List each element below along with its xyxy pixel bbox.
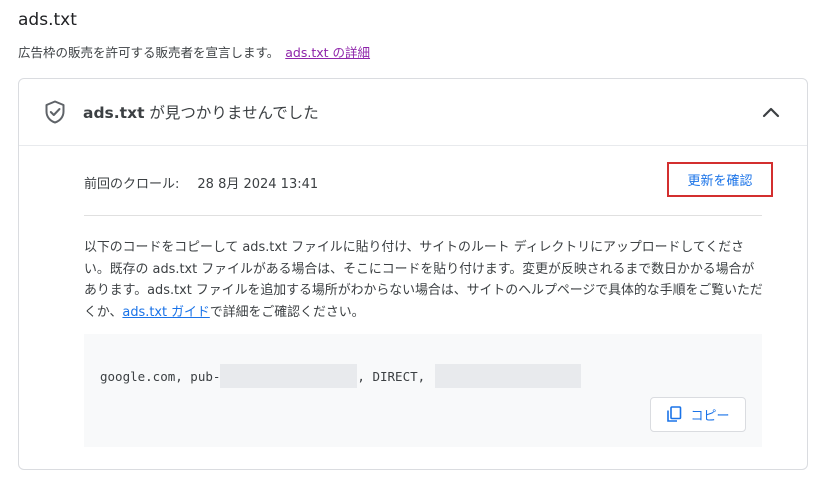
subtitle-text: 広告枠の販売を許可する販売者を宣言します。 [18, 45, 280, 60]
redacted-publisher-id [220, 364, 358, 388]
chevron-up-icon[interactable] [761, 102, 781, 122]
section-subtitle: 広告枠の販売を許可する販売者を宣言します。 ads.txt の詳細 [18, 42, 370, 61]
ads-txt-details-link[interactable]: ads.txt の詳細 [285, 45, 370, 60]
card-header[interactable]: ads.txt が見つかりませんでした [19, 79, 807, 146]
code-snippet-box: google.com, pub- , DIRECT, コピー [84, 334, 762, 447]
ads-txt-status-card: ads.txt が見つかりませんでした 前回のクロール: 28 8月 2024 1… [18, 78, 808, 470]
section-title: ads.txt [18, 10, 77, 30]
ads-txt-page: ads.txt 広告枠の販売を許可する販売者を宣言します。 ads.txt の詳細… [0, 0, 822, 480]
last-crawl-label: 前回のクロール: [84, 177, 180, 192]
copy-button[interactable]: コピー [650, 397, 746, 432]
instructions-tail: で詳細をご確認ください。 [209, 304, 365, 320]
last-crawl-row: 前回のクロール: 28 8月 2024 13:41 [84, 173, 318, 192]
ads-txt-guide-link[interactable]: ads.txt ガイド [122, 305, 209, 320]
copy-button-label: コピー [690, 409, 730, 424]
shield-check-icon [45, 100, 65, 124]
divider [84, 215, 762, 216]
code-part-relationship: , DIRECT, [357, 368, 426, 384]
status-heading: ads.txt が見つかりませんでした [83, 101, 319, 123]
status-filename: ads.txt [83, 104, 145, 122]
redacted-certification-id [435, 364, 582, 388]
instructions-text: 以下のコードをコピーして ads.txt ファイルに貼り付け、サイトのルート デ… [84, 237, 766, 323]
code-part-domain: google.com, pub- [100, 368, 221, 384]
code-snippet: google.com, pub- , DIRECT, [100, 364, 582, 388]
last-crawl-value: 28 8月 2024 13:41 [197, 177, 319, 192]
check-for-updates-button[interactable]: 更新を確認 [667, 162, 773, 197]
status-message: が見つかりませんでした [144, 104, 319, 122]
copy-icon [667, 406, 682, 422]
